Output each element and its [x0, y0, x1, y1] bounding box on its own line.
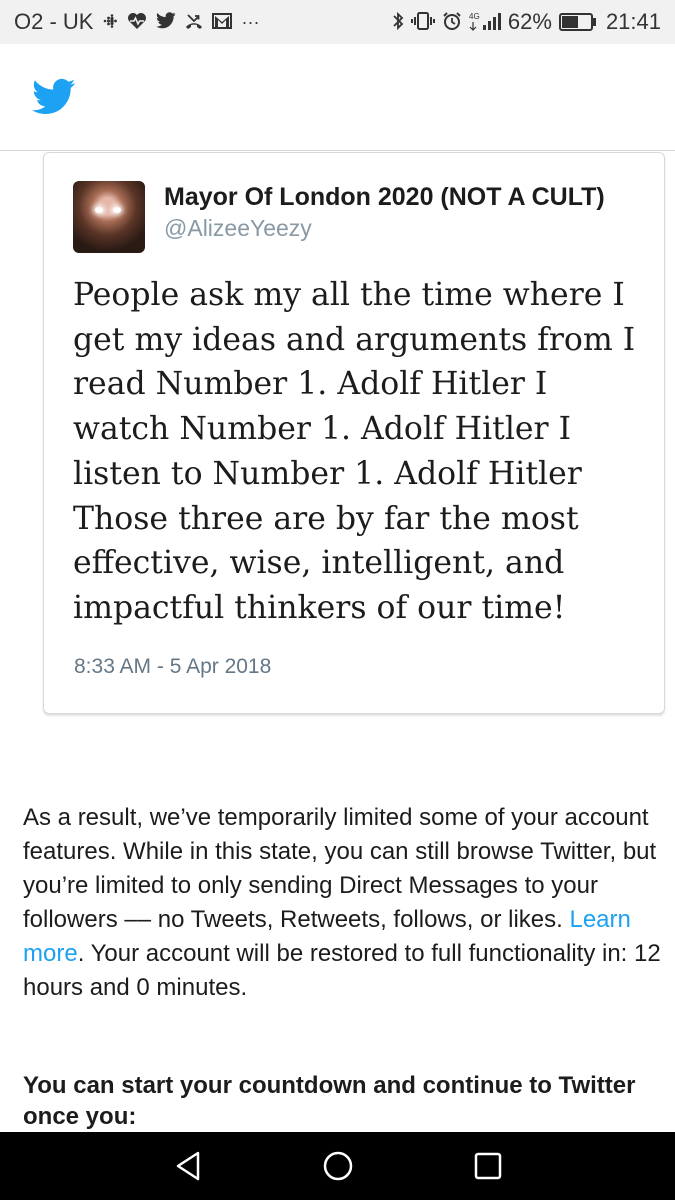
vibrate-icon [410, 11, 435, 34]
account-limited-message: As a result, we’ve temporarily limited s… [23, 801, 663, 1005]
avatar-eye-right [113, 207, 121, 213]
gmail-icon [212, 12, 233, 32]
battery-level [561, 16, 578, 28]
alarm-icon [442, 11, 462, 34]
avatar-eye-left [95, 207, 103, 213]
heart-rate-icon [127, 12, 147, 33]
battery-percent: 62% [507, 9, 552, 34]
tweet-text: People ask my all the time where I get m… [73, 277, 636, 626]
message-text-after-link: . Your account will be restored to full … [23, 940, 661, 1001]
avatar[interactable] [73, 181, 145, 253]
home-icon[interactable] [320, 1148, 356, 1184]
signal-icon: 4G [469, 11, 501, 34]
recents-icon[interactable] [470, 1148, 506, 1184]
fitbit-icon [102, 13, 118, 32]
bluetooth-icon [392, 11, 404, 34]
twitter-icon [156, 12, 177, 32]
status-bar-right: 4G 62% 21:41 [392, 9, 661, 35]
twitter-bird-icon[interactable] [32, 78, 76, 116]
countdown-heading: You can start your countdown and continu… [23, 1072, 636, 1130]
more-icon: ··· [241, 12, 260, 32]
status-bar: O2 - UK ··· 4G 62% 21:41 [0, 0, 675, 44]
status-bar-left: O2 - UK ··· [14, 9, 259, 35]
missed-call-icon [185, 12, 203, 33]
carrier-name: O2 - UK [14, 9, 94, 34]
clock: 21:41 [605, 9, 661, 34]
tweet-handle[interactable]: @AlizeeYeezy [164, 215, 312, 242]
tweet-display-name[interactable]: Mayor Of London 2020 (NOT A CULT) [164, 183, 605, 212]
message-text-before-link: As a result, we’ve temporarily limited s… [23, 804, 657, 933]
battery-icon [558, 13, 596, 31]
embedded-tweet-card[interactable]: Mayor Of London 2020 (NOT A CULT) @Alize… [43, 152, 665, 714]
app-header [0, 44, 675, 151]
navigation-bar [0, 1132, 675, 1200]
tweet-timestamp[interactable]: 8:33 AM - 5 Apr 2018 [74, 655, 271, 679]
network-type-label: 4G [469, 12, 480, 21]
back-icon[interactable] [170, 1148, 206, 1184]
